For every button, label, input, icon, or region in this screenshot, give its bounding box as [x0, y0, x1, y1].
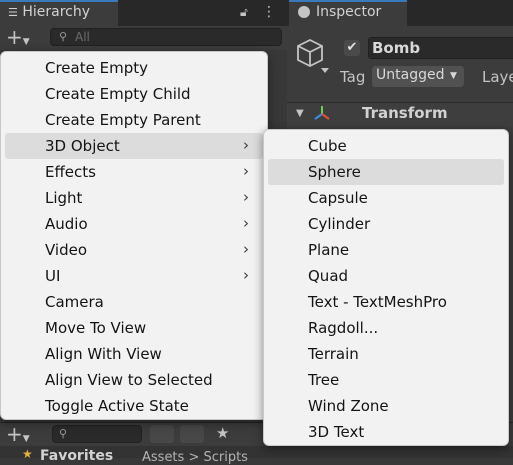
submenu-item[interactable]: 3D Text	[268, 419, 504, 445]
menu-item[interactable]: Toggle Active State	[5, 393, 263, 419]
chevron-right-icon: ›	[243, 240, 249, 258]
more-icon[interactable]: ⋮	[262, 4, 276, 20]
submenu-item-label: Tree	[308, 371, 340, 389]
menu-item-label: Audio	[45, 215, 88, 233]
fold-arrow-icon[interactable]: ▼	[296, 108, 304, 119]
inspector-icon	[298, 6, 310, 18]
submenu-item-label: Quad	[308, 267, 349, 285]
submenu-item-label: 3D Text	[308, 423, 365, 441]
chevron-right-icon: ›	[243, 188, 249, 206]
favorites-label: Favorites	[40, 448, 114, 464]
menu-item-label: 3D Object	[45, 137, 120, 155]
menu-item-label: Video	[45, 241, 88, 259]
submenu-item-label: Cube	[308, 137, 347, 155]
menu-item[interactable]: Create Empty Parent	[5, 107, 263, 133]
submenu-item[interactable]: Sphere	[268, 159, 504, 185]
inspector-tab-title: Inspector	[316, 4, 382, 20]
star-icon: ★	[22, 447, 33, 461]
submenu-item[interactable]: Capsule	[268, 185, 504, 211]
submenu-item-label: Terrain	[308, 345, 359, 363]
chevron-down-icon: ▼	[22, 434, 30, 444]
hierarchy-search-input[interactable]: ⚲ All	[50, 28, 282, 46]
submenu-item-label: Ragdoll...	[308, 319, 379, 337]
add-object-button[interactable]: +▼	[6, 27, 30, 47]
submenu-item-label: Wind Zone	[308, 397, 389, 415]
chevron-right-icon: ›	[243, 162, 249, 180]
menu-item-label: UI	[45, 267, 61, 285]
search-icon: ⚲	[59, 30, 68, 43]
menu-item-label: Effects	[45, 163, 96, 181]
menu-item[interactable]: Audio ›	[5, 211, 263, 237]
submenu-item[interactable]: Ragdoll...	[268, 315, 504, 341]
menu-item[interactable]: Light ›	[5, 185, 263, 211]
layer-label: Laye	[482, 68, 513, 86]
tag-label: Tag	[340, 68, 366, 86]
submenu-item[interactable]: Cylinder	[268, 211, 504, 237]
submenu-item[interactable]: Tree	[268, 367, 504, 393]
cube-icon[interactable]	[296, 38, 330, 76]
menu-item-label: Create Empty Parent	[45, 111, 201, 129]
submenu-item-label: Capsule	[308, 189, 368, 207]
submenu-item-label: Text - TextMeshPro	[308, 293, 447, 311]
menu-item-label: Create Empty Child	[45, 85, 191, 103]
create-menu: Create Empty Create Empty Child Create Emp…	[0, 51, 268, 420]
submenu-item-label: Plane	[308, 241, 350, 259]
chevron-down-icon: ▼	[22, 37, 30, 47]
menu-item-label: Camera	[45, 293, 104, 311]
chevron-right-icon: ›	[243, 266, 249, 284]
menu-item[interactable]: Align View to Selected	[5, 367, 263, 393]
menu-item-label: Align With View	[45, 345, 162, 363]
chevron-right-icon: ›	[243, 136, 249, 154]
filter-type-button[interactable]	[150, 425, 174, 443]
submenu-item[interactable]: Text - TextMeshPro	[268, 289, 504, 315]
menu-item[interactable]: Effects ›	[5, 159, 263, 185]
chevron-right-icon: ›	[243, 214, 249, 232]
menu-item-label: Create Empty	[45, 59, 148, 77]
submenu-item[interactable]: Quad	[268, 263, 504, 289]
menu-item[interactable]: 3D Object ›	[5, 133, 263, 159]
3d-object-submenu: Cube Sphere Capsule Cylinder Plane Quad Text -…	[263, 129, 509, 446]
menu-item[interactable]: Video ›	[5, 237, 263, 263]
transform-label: Transform	[362, 104, 448, 122]
menu-item-label: Toggle Active State	[45, 397, 189, 415]
project-add-button[interactable]: +▼	[6, 424, 30, 444]
menu-item[interactable]: Create Empty Child	[5, 81, 263, 107]
hierarchy-icon: ☰	[8, 6, 18, 19]
menu-item[interactable]: Align With View	[5, 341, 263, 367]
menu-item-label: Move To View	[45, 319, 147, 337]
submenu-item-label: Sphere	[308, 163, 361, 181]
menu-item[interactable]: UI ›	[5, 263, 263, 289]
menu-item-label: Light	[45, 189, 83, 207]
check-icon: ✔	[346, 40, 358, 55]
submenu-item[interactable]: Cube	[268, 133, 504, 159]
menu-item[interactable]: Create Empty	[5, 55, 263, 81]
search-icon: ⚲	[59, 427, 68, 440]
project-search-input[interactable]: ⚲	[52, 425, 142, 443]
transform-axes-icon	[314, 106, 330, 120]
submenu-item[interactable]: Plane	[268, 237, 504, 263]
menu-item-label: Align View to Selected	[45, 371, 213, 389]
submenu-item-label: Cylinder	[308, 215, 371, 233]
active-checkbox[interactable]: ✔	[344, 40, 360, 56]
hierarchy-tab-title: ☰ Hierarchy	[8, 4, 90, 20]
submenu-item[interactable]: Wind Zone	[268, 393, 504, 419]
lock-icon[interactable]: 🔓︎	[240, 5, 248, 20]
submenu-item[interactable]: Terrain	[268, 341, 504, 367]
chevron-down-icon: ▼	[450, 71, 457, 81]
object-name-value: Bomb	[372, 39, 421, 57]
menu-item[interactable]: Camera	[5, 289, 263, 315]
filter-label-button[interactable]	[180, 425, 204, 443]
tag-dropdown-value: Untagged	[376, 67, 445, 83]
menu-item[interactable]: Move To View	[5, 315, 263, 341]
star-icon[interactable]: ★	[216, 424, 229, 442]
